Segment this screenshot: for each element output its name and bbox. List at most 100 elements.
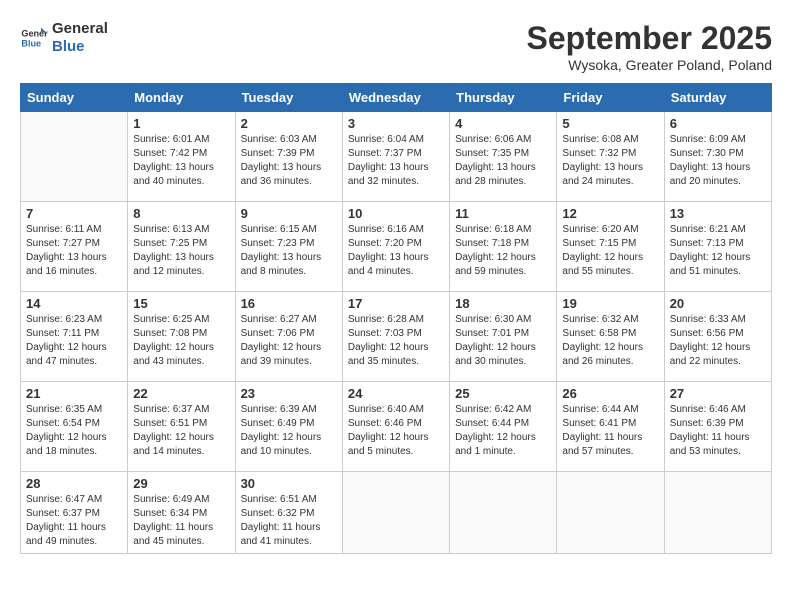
day-number: 21 (26, 386, 122, 401)
week-row-3: 14 Sunrise: 6:23 AM Sunset: 7:11 PM Dayli… (21, 292, 772, 382)
calendar-cell: 21 Sunrise: 6:35 AM Sunset: 6:54 PM Dayli… (21, 382, 128, 472)
day-info: Sunrise: 6:32 AM Sunset: 6:58 PM Dayligh… (562, 313, 658, 369)
day-info: Sunrise: 6:51 AM Sunset: 6:32 PM Dayligh… (241, 493, 337, 549)
calendar-cell: 7Sunrise: 6:11 AM Sunset: 7:27 PM Daylig… (21, 202, 128, 292)
day-info: Sunrise: 6:30 AM Sunset: 7:01 PM Dayligh… (455, 313, 551, 369)
day-number: 23 (241, 386, 337, 401)
week-row-5: 28 Sunrise: 6:47 AM Sunset: 6:37 PM Dayli… (21, 472, 772, 554)
weekday-tuesday: Tuesday (235, 84, 342, 112)
logo-icon: General Blue (20, 24, 48, 52)
calendar-cell: 27Sunrise: 6:46 AM Sunset: 6:39 PM Dayli… (664, 382, 771, 472)
day-info: Sunrise: 6:06 AM Sunset: 7:35 PM Dayligh… (455, 133, 551, 189)
day-number: 28 (26, 476, 122, 491)
calendar-cell: 16 Sunrise: 6:27 AM Sunset: 7:06 PM Dayli… (235, 292, 342, 382)
calendar-table: SundayMondayTuesdayWednesdayThursdayFrid… (20, 83, 772, 554)
calendar-cell: 22 Sunrise: 6:37 AM Sunset: 6:51 PM Dayli… (128, 382, 235, 472)
calendar-cell (450, 472, 557, 554)
calendar-cell: 11 Sunrise: 6:18 AM Sunset: 7:18 PM Dayli… (450, 202, 557, 292)
day-info: Sunrise: 6:04 AM Sunset: 7:37 PM Dayligh… (348, 133, 444, 189)
day-number: 5 (562, 116, 658, 131)
svg-text:Blue: Blue (21, 38, 41, 48)
calendar-cell (557, 472, 664, 554)
page-header: General Blue General Blue September 2025… (20, 20, 772, 73)
calendar-cell (664, 472, 771, 554)
day-info: Sunrise: 6:23 AM Sunset: 7:11 PM Dayligh… (26, 313, 122, 369)
day-number: 9 (241, 206, 337, 221)
calendar-cell: 1Sunrise: 6:01 AM Sunset: 7:42 PM Daylig… (128, 112, 235, 202)
day-info: Sunrise: 6:25 AM Sunset: 7:08 PM Dayligh… (133, 313, 229, 369)
calendar-cell: 18 Sunrise: 6:30 AM Sunset: 7:01 PM Dayli… (450, 292, 557, 382)
day-info: Sunrise: 6:35 AM Sunset: 6:54 PM Dayligh… (26, 403, 122, 459)
day-number: 17 (348, 296, 444, 311)
calendar-cell: 17 Sunrise: 6:28 AM Sunset: 7:03 PM Dayli… (342, 292, 449, 382)
day-number: 29 (133, 476, 229, 491)
calendar-cell: 29 Sunrise: 6:49 AM Sunset: 6:34 PM Dayli… (128, 472, 235, 554)
week-row-4: 21 Sunrise: 6:35 AM Sunset: 6:54 PM Dayli… (21, 382, 772, 472)
day-number: 13 (670, 206, 766, 221)
weekday-wednesday: Wednesday (342, 84, 449, 112)
calendar-cell: 30 Sunrise: 6:51 AM Sunset: 6:32 PM Dayli… (235, 472, 342, 554)
logo: General Blue General Blue (20, 20, 108, 56)
day-info: Sunrise: 6:39 AM Sunset: 6:49 PM Dayligh… (241, 403, 337, 459)
day-number: 14 (26, 296, 122, 311)
day-info: Sunrise: 6:16 AM Sunset: 7:20 PM Dayligh… (348, 223, 444, 279)
week-row-2: 7Sunrise: 6:11 AM Sunset: 7:27 PM Daylig… (21, 202, 772, 292)
calendar-cell: 19Sunrise: 6:32 AM Sunset: 6:58 PM Dayli… (557, 292, 664, 382)
title-block: September 2025 Wysoka, Greater Poland, P… (527, 20, 772, 73)
day-info: Sunrise: 6:08 AM Sunset: 7:32 PM Dayligh… (562, 133, 658, 189)
svg-text:General: General (21, 29, 48, 39)
day-info: Sunrise: 6:37 AM Sunset: 6:51 PM Dayligh… (133, 403, 229, 459)
day-number: 10 (348, 206, 444, 221)
day-number: 30 (241, 476, 337, 491)
week-row-1: 1Sunrise: 6:01 AM Sunset: 7:42 PM Daylig… (21, 112, 772, 202)
weekday-saturday: Saturday (664, 84, 771, 112)
day-number: 20 (670, 296, 766, 311)
day-number: 3 (348, 116, 444, 131)
day-info: Sunrise: 6:28 AM Sunset: 7:03 PM Dayligh… (348, 313, 444, 369)
calendar-cell: 12Sunrise: 6:20 AM Sunset: 7:15 PM Dayli… (557, 202, 664, 292)
day-info: Sunrise: 6:33 AM Sunset: 6:56 PM Dayligh… (670, 313, 766, 369)
day-info: Sunrise: 6:18 AM Sunset: 7:18 PM Dayligh… (455, 223, 551, 279)
calendar-cell: 13Sunrise: 6:21 AM Sunset: 7:13 PM Dayli… (664, 202, 771, 292)
day-number: 18 (455, 296, 551, 311)
day-info: Sunrise: 6:03 AM Sunset: 7:39 PM Dayligh… (241, 133, 337, 189)
calendar-cell: 24 Sunrise: 6:40 AM Sunset: 6:46 PM Dayli… (342, 382, 449, 472)
weekday-friday: Friday (557, 84, 664, 112)
day-info: Sunrise: 6:47 AM Sunset: 6:37 PM Dayligh… (26, 493, 122, 549)
logo-blue: Blue (52, 38, 108, 56)
day-info: Sunrise: 6:27 AM Sunset: 7:06 PM Dayligh… (241, 313, 337, 369)
calendar-cell: 9 Sunrise: 6:15 AM Sunset: 7:23 PM Daylig… (235, 202, 342, 292)
calendar-cell: 25 Sunrise: 6:42 AM Sunset: 6:44 PM Dayli… (450, 382, 557, 472)
month-title: September 2025 (527, 20, 772, 57)
day-info: Sunrise: 6:42 AM Sunset: 6:44 PM Dayligh… (455, 403, 551, 459)
calendar-cell: 20 Sunrise: 6:33 AM Sunset: 6:56 PM Dayli… (664, 292, 771, 382)
day-number: 16 (241, 296, 337, 311)
day-number: 1 (133, 116, 229, 131)
day-number: 8 (133, 206, 229, 221)
day-info: Sunrise: 6:09 AM Sunset: 7:30 PM Dayligh… (670, 133, 766, 189)
calendar-cell: 14 Sunrise: 6:23 AM Sunset: 7:11 PM Dayli… (21, 292, 128, 382)
day-number: 27 (670, 386, 766, 401)
day-number: 7 (26, 206, 122, 221)
location-title: Wysoka, Greater Poland, Poland (527, 57, 772, 73)
day-number: 15 (133, 296, 229, 311)
day-number: 25 (455, 386, 551, 401)
day-info: Sunrise: 6:40 AM Sunset: 6:46 PM Dayligh… (348, 403, 444, 459)
calendar-cell: 23 Sunrise: 6:39 AM Sunset: 6:49 PM Dayli… (235, 382, 342, 472)
day-number: 11 (455, 206, 551, 221)
day-info: Sunrise: 6:20 AM Sunset: 7:15 PM Dayligh… (562, 223, 658, 279)
day-number: 2 (241, 116, 337, 131)
day-number: 24 (348, 386, 444, 401)
calendar-cell: 28 Sunrise: 6:47 AM Sunset: 6:37 PM Dayli… (21, 472, 128, 554)
weekday-sunday: Sunday (21, 84, 128, 112)
day-info: Sunrise: 6:15 AM Sunset: 7:23 PM Dayligh… (241, 223, 337, 279)
calendar-cell (21, 112, 128, 202)
day-info: Sunrise: 6:49 AM Sunset: 6:34 PM Dayligh… (133, 493, 229, 549)
calendar-cell: 15 Sunrise: 6:25 AM Sunset: 7:08 PM Dayli… (128, 292, 235, 382)
day-number: 26 (562, 386, 658, 401)
calendar-cell: 5 Sunrise: 6:08 AM Sunset: 7:32 PM Daylig… (557, 112, 664, 202)
calendar-body: 1Sunrise: 6:01 AM Sunset: 7:42 PM Daylig… (21, 112, 772, 554)
calendar-cell: 6Sunrise: 6:09 AM Sunset: 7:30 PM Daylig… (664, 112, 771, 202)
logo-general: General (52, 20, 108, 38)
day-number: 22 (133, 386, 229, 401)
